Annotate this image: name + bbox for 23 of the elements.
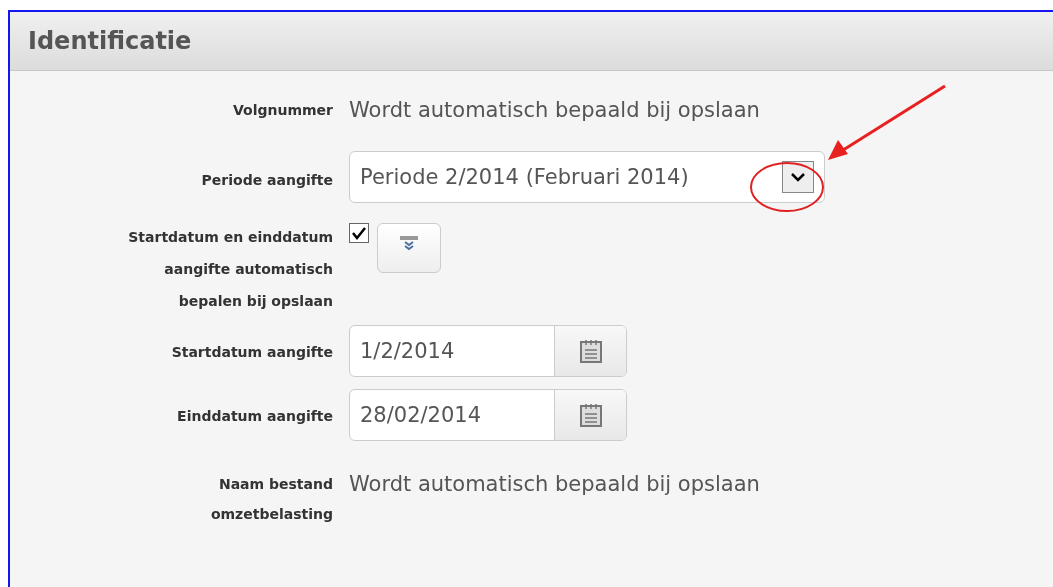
calendar-icon [579, 339, 602, 363]
calendar-button[interactable] [554, 390, 626, 440]
field-label: Startdatum en einddatum aangifte automatisch bepalen bij opslaan [127, 228, 333, 311]
expand-button[interactable] [377, 223, 441, 273]
field-label: Einddatum aangifte [176, 407, 333, 426]
field-value: Wordt automatisch bepaald bij opslaan [349, 97, 761, 124]
field-label: Naam bestand omzetbelasting [209, 475, 333, 524]
dropdown-chevron-icon[interactable] [782, 161, 814, 193]
checkbox[interactable] [349, 223, 369, 243]
calendar-button[interactable] [554, 326, 626, 376]
date-picker[interactable]: 1/2/2014 [349, 325, 627, 377]
field-label: Periode aangifte [200, 171, 333, 190]
period-dropdown[interactable]: Periode 2/2014 (Februari 2014) [349, 151, 825, 203]
date-field[interactable]: 1/2/2014 [350, 326, 554, 376]
expand-down-icon [399, 236, 419, 252]
field-label: Startdatum aangifte [170, 343, 333, 362]
date-picker[interactable]: 28/02/2014 [349, 389, 627, 441]
field-value: Wordt automatisch bepaald bij opslaan [349, 471, 761, 498]
calendar-icon [579, 403, 602, 427]
field-label: Volgnummer [231, 101, 333, 120]
panel-title: Identificatie [28, 27, 192, 55]
date-field[interactable]: 28/02/2014 [350, 390, 554, 440]
dropdown-value: Periode 2/2014 (Februari 2014) [360, 165, 689, 189]
